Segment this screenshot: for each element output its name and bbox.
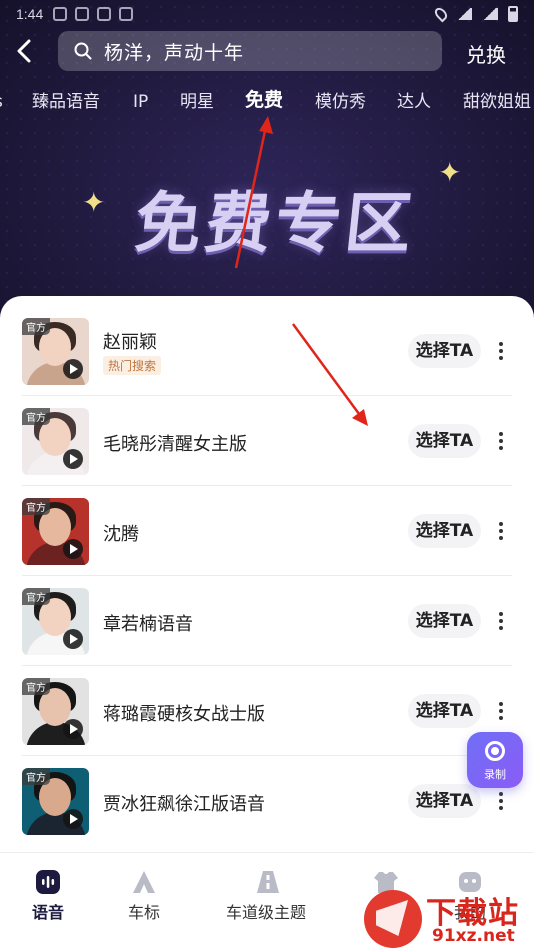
notification-icon bbox=[53, 7, 68, 21]
play-icon[interactable] bbox=[63, 359, 83, 379]
back-button[interactable] bbox=[14, 38, 36, 64]
official-tag: 官方 bbox=[22, 588, 50, 605]
tab-prev-partial[interactable]: s bbox=[0, 88, 3, 116]
voice-name: 蒋璐霞硬核女战士版 bbox=[103, 704, 265, 725]
more-icon[interactable] bbox=[492, 426, 510, 456]
status-time: 1:44 bbox=[16, 6, 44, 22]
voice-name: 贾冰狂飙徐江版语音 bbox=[103, 794, 265, 815]
select-button[interactable]: 选择TA bbox=[408, 784, 481, 818]
avatar: 官方 bbox=[22, 498, 89, 565]
official-tag: 官方 bbox=[22, 498, 50, 515]
select-button[interactable]: 选择TA bbox=[408, 424, 481, 458]
tab-premium-voice[interactable]: 臻品语音 bbox=[32, 88, 100, 116]
official-tag: 官方 bbox=[22, 408, 50, 425]
voice-name: 章若楠语音 bbox=[103, 614, 193, 635]
more-icon[interactable] bbox=[492, 786, 510, 816]
list-item[interactable]: 官方 沈腾 选择TA bbox=[22, 486, 512, 576]
nav-label: 车道级主题 bbox=[226, 903, 307, 922]
status-right bbox=[432, 5, 518, 23]
play-icon[interactable] bbox=[63, 539, 83, 559]
banner-title: 免费专区 bbox=[131, 184, 420, 262]
more-icon[interactable] bbox=[492, 696, 510, 726]
tab-free[interactable]: 免费 bbox=[245, 88, 283, 114]
voice-name: 毛晓彤清醒女主版 bbox=[103, 434, 247, 455]
avatar: 官方 bbox=[22, 678, 89, 745]
notification-icon bbox=[75, 7, 90, 21]
more-icon[interactable] bbox=[492, 606, 510, 636]
avatar: 官方 bbox=[22, 588, 89, 655]
official-tag: 官方 bbox=[22, 678, 50, 695]
official-tag: 官方 bbox=[22, 318, 50, 335]
location-icon bbox=[432, 5, 450, 23]
avatar: 官方 bbox=[22, 318, 89, 385]
tab-star[interactable]: 明星 bbox=[180, 88, 214, 116]
car-logo-icon bbox=[133, 871, 155, 893]
list-item[interactable]: 官方 章若楠语音 选择TA bbox=[22, 576, 512, 666]
official-tag: 官方 bbox=[22, 768, 50, 785]
status-bar: 1:44 bbox=[0, 0, 534, 28]
notification-icon bbox=[97, 7, 112, 21]
record-icon bbox=[485, 741, 505, 761]
more-icon[interactable] bbox=[492, 336, 510, 366]
list-item[interactable]: 官方 蒋璐霞硬核女战士版 选择TA bbox=[22, 666, 512, 756]
tab-imitation[interactable]: 模仿秀 bbox=[315, 88, 366, 116]
tab-ip[interactable]: IP bbox=[133, 88, 148, 116]
voice-name: 沈腾 bbox=[103, 524, 139, 545]
hot-search-badge: 热门搜索 bbox=[103, 356, 162, 375]
voice-list: 官方 赵丽颖 热门搜索 选择TA 官方 毛晓彤清醒女主版 选择TA 官方 沈腾 … bbox=[0, 296, 534, 856]
nav-label: 车标 bbox=[128, 903, 161, 922]
search-input[interactable]: 杨洋，声动十年 bbox=[58, 31, 442, 71]
avatar: 官方 bbox=[22, 768, 89, 835]
nav-lane-theme[interactable]: 车道级主题 bbox=[220, 853, 316, 933]
hero-banner: 1:44 杨洋，声动十年 兑换 s bbox=[0, 0, 534, 320]
tab-sweet-sister[interactable]: 甜欲姐姐 bbox=[463, 88, 531, 116]
play-icon[interactable] bbox=[63, 719, 83, 739]
notification-icon bbox=[119, 7, 134, 21]
nav-label: 语音 bbox=[32, 903, 65, 922]
watermark-logo: 下载站 91xz.net bbox=[362, 884, 534, 950]
avatar: 官方 bbox=[22, 408, 89, 475]
search-icon bbox=[74, 42, 92, 60]
watermark-shield-icon bbox=[364, 890, 422, 948]
list-item[interactable]: 官方 赵丽颖 热门搜索 选择TA bbox=[22, 306, 512, 396]
more-icon[interactable] bbox=[492, 516, 510, 546]
play-icon[interactable] bbox=[63, 449, 83, 469]
notification-icons bbox=[53, 7, 134, 21]
nav-car-logo[interactable]: 车标 bbox=[118, 853, 170, 933]
tab-influencer[interactable]: 达人 bbox=[397, 88, 431, 116]
chevron-left-icon bbox=[17, 39, 31, 63]
lane-theme-icon bbox=[257, 871, 279, 893]
record-button[interactable]: 录制 bbox=[467, 732, 523, 788]
select-button[interactable]: 选择TA bbox=[408, 694, 481, 728]
select-button[interactable]: 选择TA bbox=[408, 514, 481, 548]
record-label: 录制 bbox=[484, 768, 506, 781]
signal-icon bbox=[482, 8, 498, 20]
list-item[interactable]: 官方 毛晓彤清醒女主版 选择TA bbox=[22, 396, 512, 486]
battery-icon bbox=[508, 6, 518, 22]
wifi-icon bbox=[456, 8, 472, 20]
select-button[interactable]: 选择TA bbox=[408, 334, 481, 368]
watermark-url: 91xz.net bbox=[432, 926, 515, 946]
voice-name: 赵丽颖 bbox=[103, 332, 157, 353]
voice-icon bbox=[36, 870, 60, 894]
category-tabs: s 臻品语音 IP 明星 免费 模仿秀 达人 甜欲姐姐 bbox=[0, 88, 534, 118]
select-button[interactable]: 选择TA bbox=[408, 604, 481, 638]
redeem-button[interactable]: 兑换 bbox=[466, 39, 506, 68]
play-icon[interactable] bbox=[63, 809, 83, 829]
search-row: 杨洋，声动十年 兑换 bbox=[0, 30, 534, 74]
nav-voice[interactable]: 语音 bbox=[22, 853, 74, 933]
search-text: 杨洋，声动十年 bbox=[104, 41, 245, 64]
list-item[interactable]: 官方 贾冰狂飙徐江版语音 选择TA bbox=[22, 756, 512, 846]
play-icon[interactable] bbox=[63, 629, 83, 649]
